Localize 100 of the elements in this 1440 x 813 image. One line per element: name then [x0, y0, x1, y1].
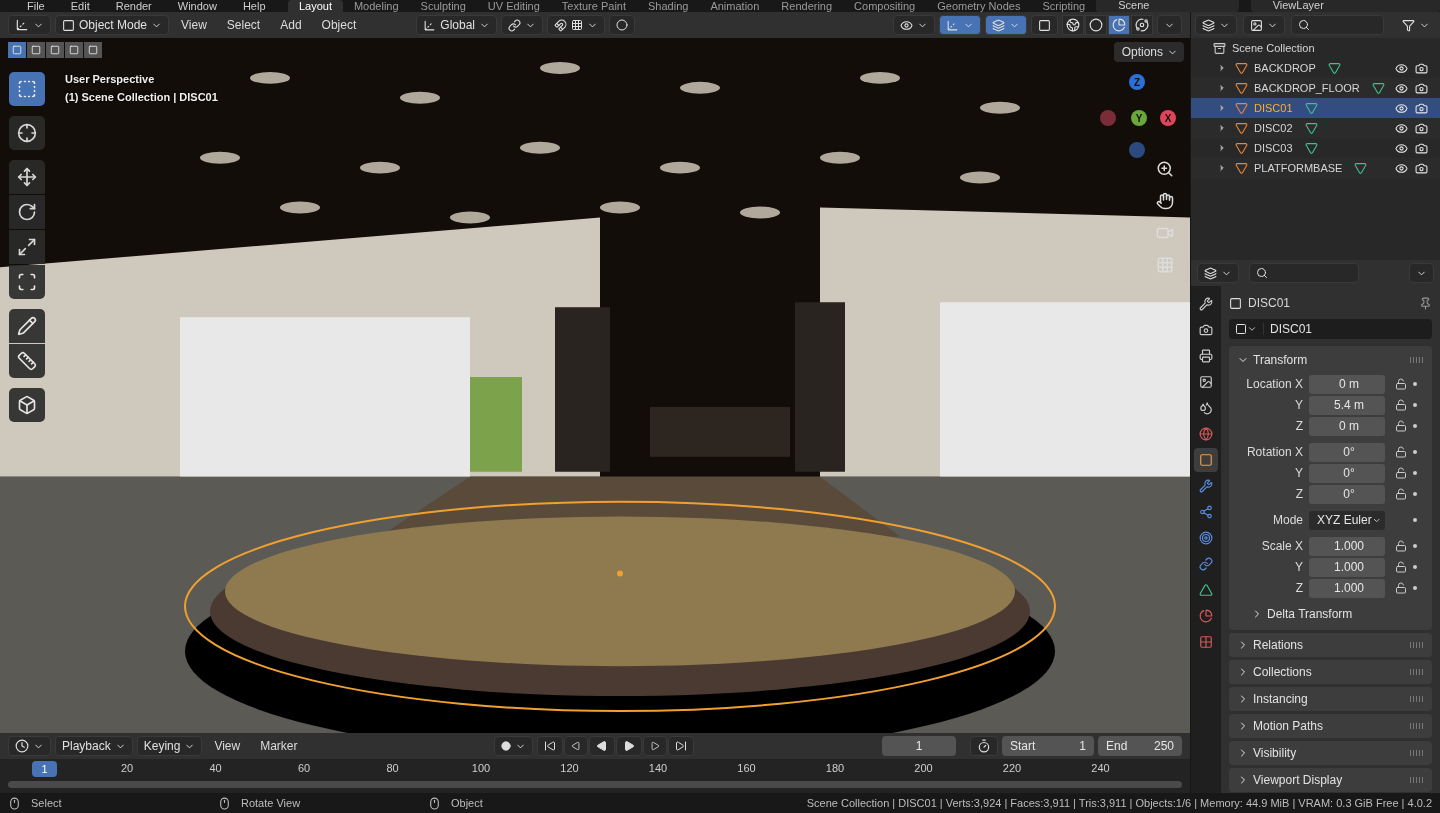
- workspace-tab[interactable]: Rendering: [770, 0, 844, 12]
- search-field[interactable]: [1249, 263, 1359, 283]
- collapsed-panel[interactable]: Visibility: [1229, 741, 1432, 765]
- number-field[interactable]: 0°: [1309, 463, 1385, 483]
- orientation-dropdown[interactable]: Global: [416, 15, 497, 35]
- mode-dropdown[interactable]: Object Mode: [55, 15, 170, 35]
- viewport-toggle[interactable]: [985, 15, 1027, 35]
- workspace-tab[interactable]: Animation: [699, 0, 771, 12]
- keyframe-dot[interactable]: [1413, 544, 1417, 548]
- viewport-toggle[interactable]: [1031, 15, 1058, 35]
- end-frame-field[interactable]: End 250: [1098, 736, 1182, 756]
- outliner-row[interactable]: DISC03: [1191, 138, 1440, 158]
- object-name-field[interactable]: DISC01: [1229, 319, 1432, 339]
- number-field[interactable]: 1.000: [1309, 557, 1385, 577]
- editor-type-button[interactable]: [8, 736, 51, 756]
- scene-field[interactable]: Scene: [1096, 0, 1239, 12]
- timeline-dropdown[interactable]: Playback: [55, 736, 133, 756]
- keyframe-dot[interactable]: [1413, 565, 1417, 569]
- shading-button[interactable]: [1131, 15, 1153, 35]
- playhead[interactable]: 1: [32, 761, 57, 777]
- tool-button[interactable]: [9, 230, 45, 264]
- next-key-button[interactable]: [642, 736, 667, 756]
- shading-button[interactable]: [1062, 15, 1084, 35]
- number-field[interactable]: 0 m: [1309, 374, 1385, 394]
- menu-item[interactable]: Edit: [57, 0, 103, 12]
- select-mode-button[interactable]: [8, 42, 26, 58]
- viewport-toggle[interactable]: [939, 15, 981, 35]
- jump-start-button[interactable]: [536, 736, 563, 756]
- search-field[interactable]: [1291, 15, 1384, 35]
- jump-end-button[interactable]: [667, 736, 694, 756]
- prev-key-button[interactable]: [563, 736, 588, 756]
- options-dropdown[interactable]: Options: [1113, 42, 1184, 62]
- editor-type-button[interactable]: [1195, 15, 1237, 35]
- select-mode-button[interactable]: [46, 42, 64, 58]
- menu-item[interactable]: Render: [102, 0, 165, 12]
- workspace-tab[interactable]: Scripting: [1031, 0, 1097, 12]
- menu-item[interactable]: Object: [313, 18, 365, 32]
- shading-button[interactable]: [1085, 15, 1107, 35]
- play-button[interactable]: [615, 736, 642, 756]
- collapsed-panel[interactable]: Viewport Display: [1229, 768, 1432, 792]
- workspace-tab[interactable]: Sculpting: [409, 0, 477, 12]
- keyframe-dot[interactable]: [1413, 403, 1417, 407]
- workspace-tab[interactable]: Compositing: [843, 0, 927, 12]
- editor-type-button[interactable]: [1197, 263, 1239, 283]
- outliner-row[interactable]: BACKDROP: [1191, 58, 1440, 78]
- display-mode-button[interactable]: [1243, 15, 1285, 35]
- collapsed-panel[interactable]: Motion Paths: [1229, 714, 1432, 738]
- number-field[interactable]: 0°: [1309, 442, 1385, 462]
- current-frame-field[interactable]: 1: [882, 736, 956, 756]
- workspace-tab[interactable]: Shading: [637, 0, 700, 12]
- keyframe-dot[interactable]: [1413, 492, 1417, 496]
- keyframe-dot[interactable]: [1413, 471, 1417, 475]
- select-mode-button[interactable]: [84, 42, 102, 58]
- editor-type-button[interactable]: [8, 15, 51, 35]
- outliner-row[interactable]: DISC01: [1191, 98, 1440, 118]
- play-reverse-button[interactable]: [588, 736, 615, 756]
- panel-header[interactable]: Transform: [1229, 348, 1432, 372]
- tool-button[interactable]: [9, 195, 45, 229]
- tool-button[interactable]: [9, 344, 45, 378]
- menu-item[interactable]: Help: [229, 0, 279, 12]
- workspace-tab[interactable]: Layout: [287, 0, 343, 12]
- menu-item[interactable]: File: [14, 0, 58, 12]
- workspace-tab[interactable]: Texture Paint: [550, 0, 638, 12]
- workspace-tab[interactable]: UV Editing: [476, 0, 551, 12]
- timeline-ruler[interactable]: 1 20 40 60 80 100 120 140 160 180 200 220 240: [0, 759, 1190, 793]
- menu-item[interactable]: Add: [272, 18, 310, 32]
- tool-button[interactable]: [9, 309, 45, 343]
- preview-range-button[interactable]: [970, 736, 998, 756]
- menu-item[interactable]: View: [206, 739, 249, 753]
- menu-item[interactable]: View: [173, 18, 215, 32]
- tool-button[interactable]: [9, 116, 45, 150]
- select-mode-button[interactable]: [65, 42, 83, 58]
- collapsed-panel[interactable]: Relations: [1229, 633, 1432, 657]
- tool-button[interactable]: [9, 388, 45, 422]
- menu-item[interactable]: Marker: [252, 739, 306, 753]
- scrollbar[interactable]: [8, 781, 1182, 788]
- keyframe-dot[interactable]: [1413, 424, 1417, 428]
- collapsed-panel[interactable]: Instancing: [1229, 687, 1432, 711]
- select-mode-button[interactable]: [27, 42, 45, 58]
- tool-button[interactable]: [9, 265, 45, 299]
- proportional-button[interactable]: [609, 15, 635, 35]
- tool-button[interactable]: [9, 160, 45, 194]
- number-field[interactable]: 0°: [1309, 484, 1385, 504]
- record-button[interactable]: [493, 736, 533, 756]
- mode-dropdown[interactable]: XYZ Euler: [1309, 510, 1385, 530]
- menu-item[interactable]: Window: [164, 0, 230, 12]
- number-field[interactable]: 1.000: [1309, 536, 1385, 556]
- workspace-tab[interactable]: Modeling: [342, 0, 410, 12]
- workspace-tab[interactable]: Geometry Nodes: [926, 0, 1032, 12]
- number-field[interactable]: 0 m: [1309, 416, 1385, 436]
- scene-collection-label[interactable]: Scene Collection: [1232, 42, 1315, 54]
- properties-tab[interactable]: [1194, 448, 1218, 472]
- viewport-toggle[interactable]: [893, 15, 935, 35]
- keyframe-dot[interactable]: [1413, 586, 1417, 590]
- shading-button[interactable]: [1108, 15, 1130, 35]
- keyframe-dot[interactable]: [1413, 382, 1417, 386]
- subpanel-header[interactable]: Delta Transform: [1229, 604, 1432, 624]
- keyframe-dot[interactable]: [1413, 450, 1417, 454]
- number-field[interactable]: 1.000: [1309, 578, 1385, 598]
- start-frame-field[interactable]: Start 1: [1002, 736, 1094, 756]
